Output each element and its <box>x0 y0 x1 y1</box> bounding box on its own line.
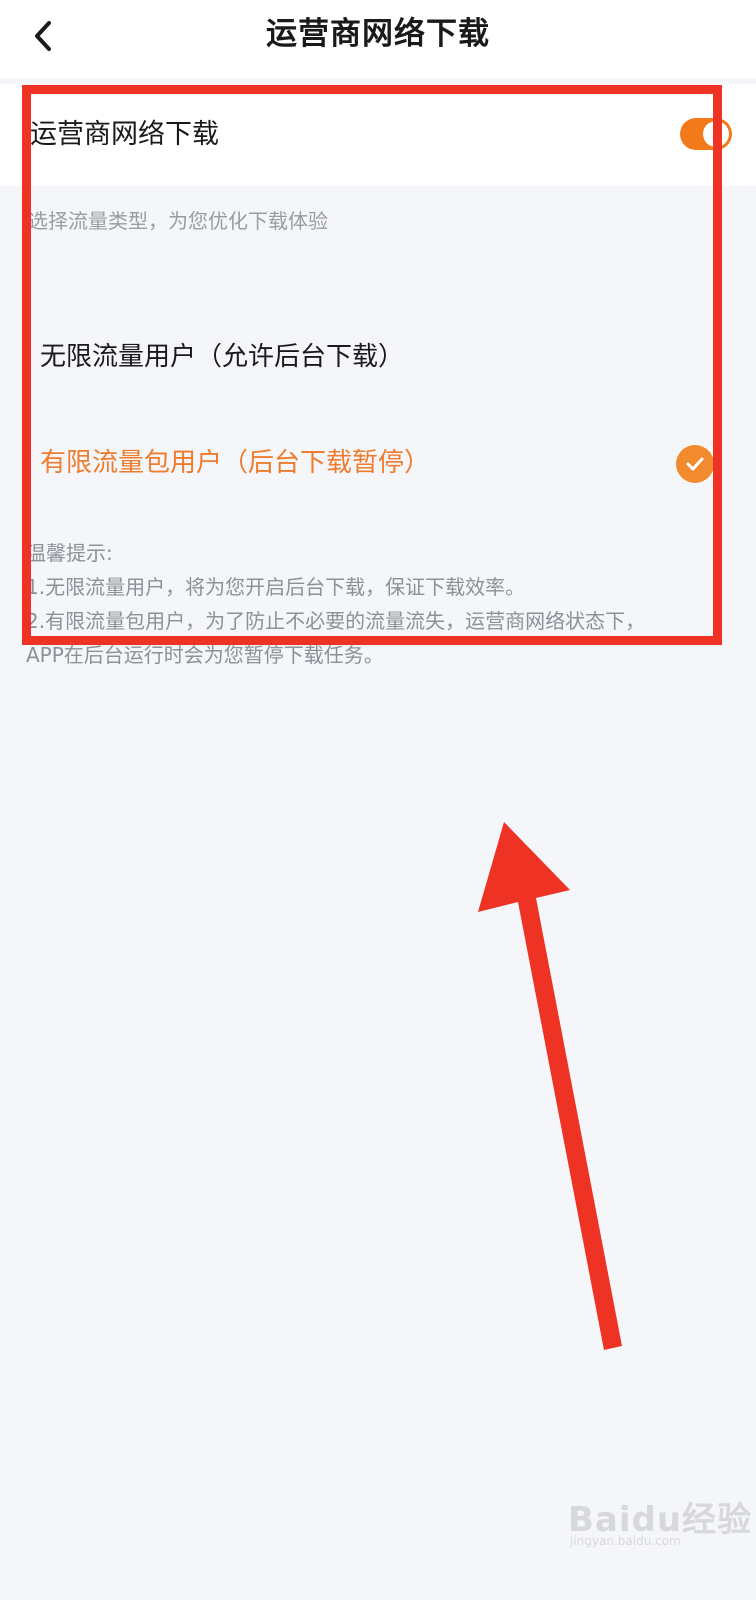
toggle-knob <box>703 121 729 147</box>
app-header: 运营商网络下载 <box>0 0 756 78</box>
section-subtitle: 选择流量类型，为您优化下载体验 <box>28 209 328 233</box>
page-title: 运营商网络下载 <box>266 16 490 52</box>
tips-line-1: 1.无限流量用户，将为您开启后台下载，保证下载效率。 <box>26 575 526 599</box>
tips-line-3: APP在后台运行时会为您暂停下载任务。 <box>26 643 384 667</box>
watermark: Baidu经验 jingyan.baidu.com <box>568 1492 752 1548</box>
option-limited[interactable]: 有限流量包用户（后台下载暂停） <box>0 424 756 504</box>
watermark-sub: jingyan.baidu.com <box>570 1534 681 1548</box>
annotation-arrow <box>478 822 622 1350</box>
carrier-download-toggle[interactable] <box>680 118 732 150</box>
carrier-download-label: 运营商网络下载 <box>30 119 219 150</box>
carrier-download-row: 运营商网络下载 <box>0 84 756 186</box>
tips-line-2: 2.有限流量包用户，为了防止不必要的流量流失，运营商网络状态下， <box>26 609 646 633</box>
check-circle-icon <box>676 445 714 483</box>
option-limited-label: 有限流量包用户（后台下载暂停） <box>40 448 431 478</box>
tips-heading: 温馨提示: <box>26 541 113 565</box>
option-unlimited[interactable]: 无限流量用户（允许后台下载） <box>0 318 756 398</box>
tips-section: 温馨提示: 1.无限流量用户，将为您开启后台下载，保证下载效率。 2.有限流量包… <box>26 536 736 672</box>
option-unlimited-label: 无限流量用户（允许后台下载） <box>40 342 405 372</box>
